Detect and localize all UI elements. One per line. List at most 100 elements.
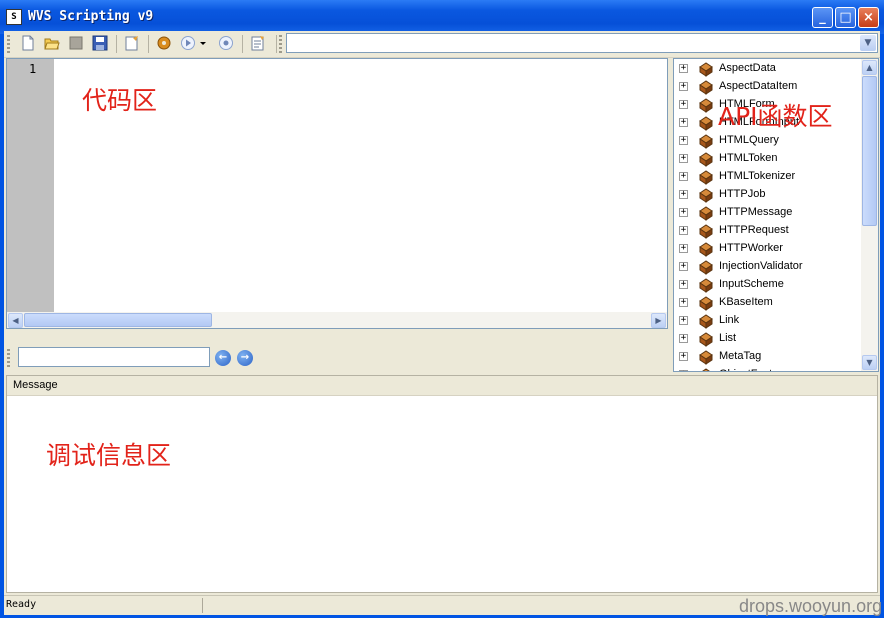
tree-item[interactable]: + HTTPWorker	[674, 240, 862, 258]
expand-plus-icon[interactable]: +	[679, 118, 688, 127]
status-text: Ready	[6, 599, 37, 610]
expand-plus-icon[interactable]: +	[679, 280, 688, 289]
new-file-icon[interactable]	[20, 35, 36, 51]
tree-item-label: ObjectFactory	[719, 368, 787, 371]
class-object-icon	[699, 332, 713, 347]
expand-plus-icon[interactable]: +	[679, 100, 688, 109]
toolbar-separator	[116, 35, 117, 53]
script-selector-combo[interactable]: ▼	[286, 33, 878, 53]
tree-item-label: HTTPJob	[719, 188, 766, 200]
expand-plus-icon[interactable]: +	[679, 352, 688, 361]
scroll-right-button[interactable]: ▶	[651, 313, 666, 328]
toolbar-separator	[242, 35, 243, 53]
tree-item[interactable]: + KBaseItem	[674, 294, 862, 312]
expand-plus-icon[interactable]: +	[679, 298, 688, 307]
expand-plus-icon[interactable]: +	[679, 316, 688, 325]
line-number-gutter: 1	[7, 59, 54, 328]
tree-item[interactable]: + MetaTag	[674, 348, 862, 366]
tree-item[interactable]: + HTTPJob	[674, 186, 862, 204]
title-bar[interactable]: S WVS Scripting v9 _ □ ×	[0, 0, 884, 34]
code-area-annotation: 代码区	[82, 86, 158, 115]
expand-plus-icon[interactable]: +	[679, 244, 688, 253]
expand-plus-icon[interactable]: +	[679, 334, 688, 343]
tree-item[interactable]: + HTMLQuery	[674, 132, 862, 150]
tree-item-label: HTMLQuery	[719, 134, 779, 146]
tree-item[interactable]: + HTMLTokenizer	[674, 168, 862, 186]
horizontal-scroll-thumb[interactable]	[24, 313, 212, 327]
api-area-annotation: API函数区	[718, 102, 833, 131]
tree-item[interactable]: + HTMLToken	[674, 150, 862, 168]
window-title: WVS Scripting v9	[28, 9, 154, 24]
tree-item[interactable]: + AspectData	[674, 60, 862, 78]
tree-item-label: Link	[719, 314, 740, 326]
save-icon[interactable]	[92, 35, 108, 51]
toolbar-grip[interactable]	[7, 35, 10, 53]
toolbar-grip[interactable]	[279, 35, 282, 53]
toolbar-separator	[148, 35, 149, 53]
status-divider	[202, 598, 203, 613]
minimize-button[interactable]: _	[812, 7, 833, 28]
expand-plus-icon[interactable]: +	[679, 172, 688, 181]
maximize-button[interactable]: □	[835, 7, 856, 28]
class-object-icon	[699, 350, 713, 365]
scroll-up-button[interactable]: ▲	[862, 60, 877, 75]
tree-item[interactable]: + InputScheme	[674, 276, 862, 294]
tree-item[interactable]: + InjectionValidator	[674, 258, 862, 276]
tree-item[interactable]: + List	[674, 330, 862, 348]
run-icon[interactable]	[180, 35, 196, 51]
close-file-icon[interactable]	[68, 35, 84, 51]
message-column-header[interactable]: Message	[7, 376, 877, 396]
expand-plus-icon[interactable]: +	[679, 82, 688, 91]
tree-item[interactable]: + HTTPMessage	[674, 204, 862, 222]
class-object-icon	[699, 116, 713, 131]
toolbar-separator	[276, 35, 277, 53]
class-object-icon	[702, 368, 710, 371]
tree-item-label: HTTPRequest	[719, 224, 789, 236]
close-button[interactable]: ×	[858, 7, 879, 28]
tree-item-label: AspectData	[719, 62, 776, 74]
class-object-icon	[699, 134, 713, 149]
tree-item[interactable]: + ObjectFactory	[674, 366, 862, 371]
settings-gear-icon[interactable]	[156, 35, 172, 51]
expand-plus-icon[interactable]: +	[679, 370, 688, 371]
watermark: drops.wooyun.org	[739, 596, 883, 616]
expand-plus-icon[interactable]: +	[679, 190, 688, 199]
run-dropdown-icon[interactable]	[199, 35, 207, 51]
expand-plus-icon[interactable]: +	[679, 262, 688, 271]
expand-plus-icon[interactable]: +	[679, 64, 688, 73]
class-object-icon	[699, 278, 713, 293]
vertical-scroll-thumb[interactable]	[862, 76, 877, 226]
tree-item-label: MetaTag	[719, 350, 762, 362]
expand-plus-icon[interactable]: +	[679, 226, 688, 235]
find-next-icon[interactable]: →	[237, 350, 253, 366]
scroll-left-button[interactable]: ◀	[8, 313, 23, 328]
stop-icon[interactable]	[218, 35, 234, 51]
line-number: 1	[29, 62, 37, 76]
class-object-icon	[699, 188, 713, 203]
find-previous-icon[interactable]: ←	[215, 350, 231, 366]
tree-item[interactable]: + AspectDataItem	[674, 78, 862, 96]
chevron-down-icon[interactable]: ▼	[860, 35, 876, 51]
expand-plus-icon[interactable]: +	[679, 154, 688, 163]
tree-item[interactable]: + HTTPRequest	[674, 222, 862, 240]
open-folder-icon[interactable]	[44, 35, 60, 51]
class-object-icon	[699, 242, 713, 257]
tree-item-label: HTMLToken	[719, 152, 778, 164]
horizontal-scrollbar[interactable]: ◀ ▶	[7, 312, 667, 328]
message-header-label: Message	[13, 379, 58, 391]
expand-plus-icon[interactable]: +	[679, 136, 688, 145]
class-object-icon	[699, 152, 713, 167]
edit-script-icon[interactable]	[124, 35, 140, 51]
vertical-scrollbar[interactable]: ▲ ▼	[861, 59, 878, 371]
search-input[interactable]	[18, 347, 210, 367]
debug-area-annotation: 调试信息区	[46, 441, 172, 470]
tree-item[interactable]: + Link	[674, 312, 862, 330]
message-panel[interactable]: Message	[6, 375, 878, 593]
find-bar: ← →	[4, 345, 670, 371]
findbar-grip[interactable]	[7, 349, 10, 367]
tree-item-label: InjectionValidator	[719, 260, 803, 272]
expand-plus-icon[interactable]: +	[679, 208, 688, 217]
properties-icon[interactable]	[250, 35, 266, 51]
class-object-icon	[699, 98, 713, 113]
scroll-down-button[interactable]: ▼	[862, 355, 877, 370]
